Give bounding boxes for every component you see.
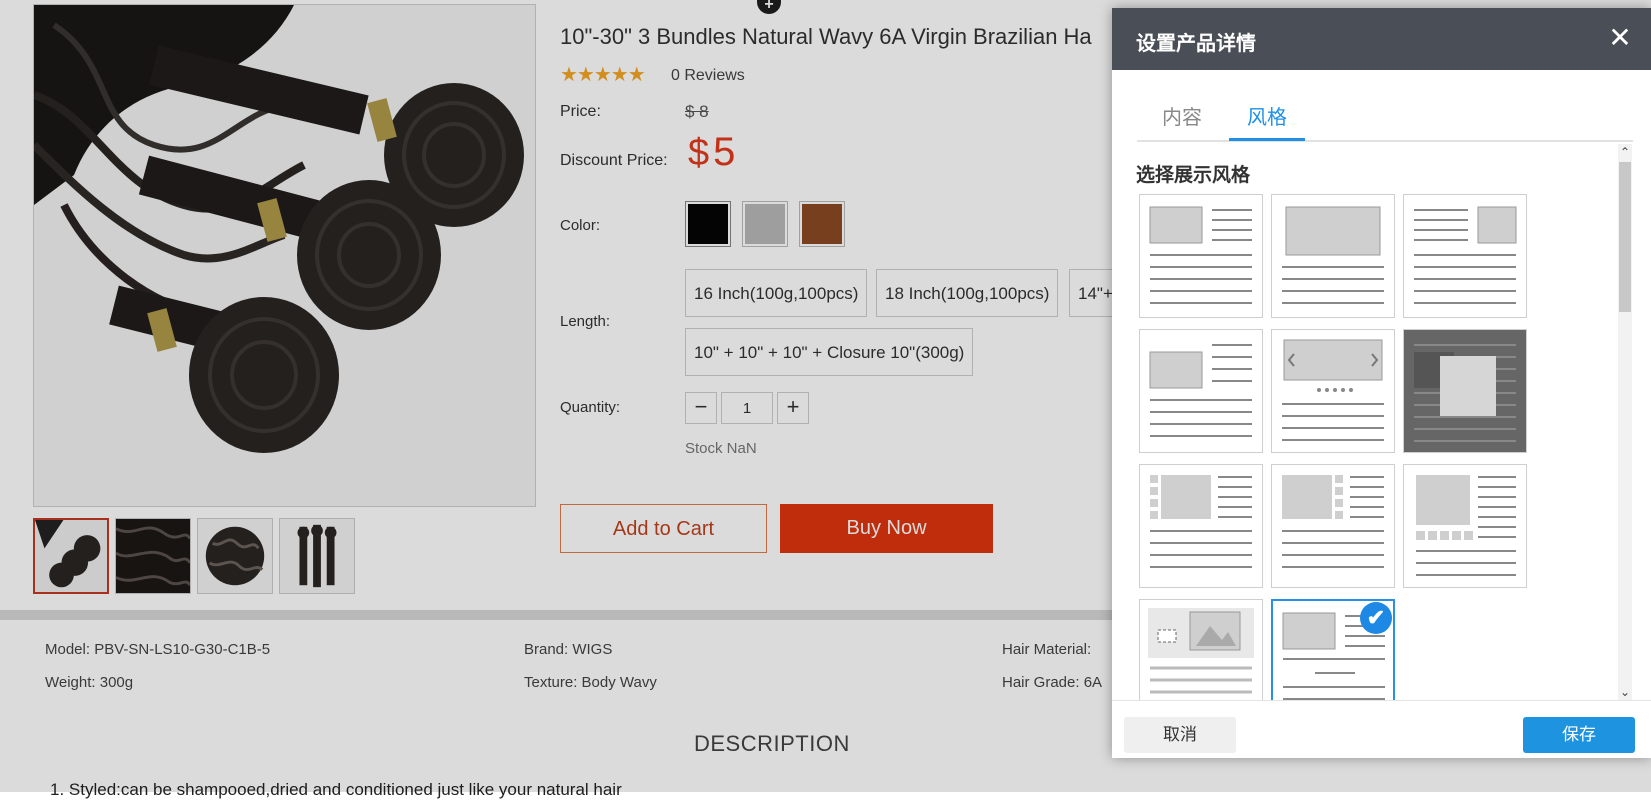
style-tile-5-carousel[interactable]	[1271, 329, 1395, 453]
style-tile-11[interactable]: ✔	[1271, 599, 1395, 700]
selected-check-icon: ✔	[1360, 602, 1392, 634]
tab-style[interactable]: 风格	[1229, 100, 1305, 141]
save-button[interactable]: 保存	[1523, 717, 1635, 753]
style-picker-scrollbar[interactable]: ⌃ ⌄	[1618, 144, 1632, 700]
style-tile-1[interactable]	[1139, 194, 1263, 318]
cancel-button[interactable]: 取消	[1124, 717, 1236, 753]
scroll-down-icon[interactable]: ⌄	[1618, 684, 1632, 700]
style-tile-8[interactable]	[1271, 464, 1395, 588]
product-detail-settings-dialog: 设置产品详情 ✕ 内容 风格 选择展示风格 ✔ ⌃ ⌄ 取消 保存	[1112, 8, 1651, 758]
tab-content[interactable]: 内容	[1149, 100, 1215, 138]
style-tile-9[interactable]	[1403, 464, 1527, 588]
dialog-footer: 取消 保存	[1112, 700, 1651, 759]
style-tile-10-zoom[interactable]	[1139, 599, 1263, 700]
scroll-up-icon[interactable]: ⌃	[1618, 144, 1632, 160]
dialog-header: 设置产品详情 ✕	[1112, 8, 1651, 70]
style-tile-6-popup[interactable]	[1403, 329, 1527, 453]
style-picker-scroll-area: 选择展示风格 ✔ ⌃ ⌄	[1112, 144, 1651, 700]
dialog-title: 设置产品详情	[1136, 33, 1256, 55]
style-tile-7[interactable]	[1139, 464, 1263, 588]
choose-display-style-heading: 选择展示风格	[1136, 165, 1251, 186]
scroll-thumb[interactable]	[1619, 162, 1631, 312]
style-tile-3[interactable]	[1403, 194, 1527, 318]
close-icon[interactable]: ✕	[1604, 22, 1636, 54]
style-tile-4[interactable]	[1139, 329, 1263, 453]
style-tile-2[interactable]	[1271, 194, 1395, 318]
dialog-tabs: 内容 风格	[1137, 100, 1633, 142]
